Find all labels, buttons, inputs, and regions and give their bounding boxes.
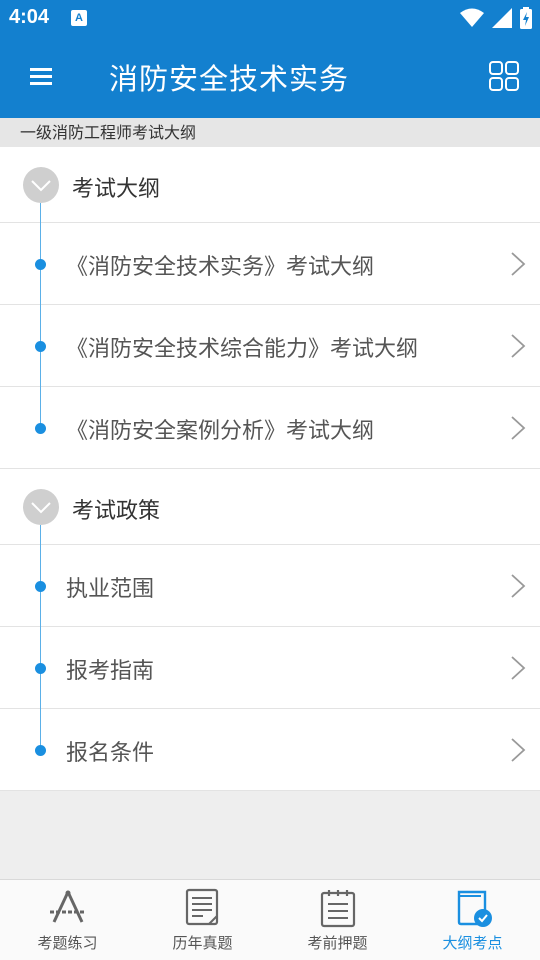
list-item[interactable]: 报名条件 [0, 709, 540, 791]
tab-past-papers[interactable]: 历年真题 [135, 880, 270, 960]
list-item-label: 《消防安全技术实务》考试大纲 [66, 255, 375, 280]
chevron-right-icon [511, 334, 526, 358]
collapse-chevron-icon[interactable] [23, 167, 59, 203]
app-bar: 消防安全技术实务 [0, 36, 540, 118]
collapse-chevron-icon[interactable] [23, 489, 59, 525]
status-time: 4:04 [9, 6, 50, 28]
timeline-line [40, 203, 41, 223]
tab-label: 考题练习 [37, 934, 98, 952]
timeline-line [40, 709, 41, 750]
list-item[interactable]: 《消防安全技术综合能力》考试大纲 [0, 305, 540, 387]
list-item-label: 《消防安全案例分析》考试大纲 [66, 419, 375, 444]
chevron-right-icon [511, 252, 526, 276]
tab-outline-key-points[interactable]: 大纲考点 [405, 880, 540, 960]
list-item[interactable]: 《消防安全案例分析》考试大纲 [0, 387, 540, 469]
section-subheader: 一级消防工程师考试大纲 [0, 118, 540, 147]
tab-label: 历年真题 [172, 934, 233, 952]
signal-icon [492, 8, 512, 28]
chevron-right-icon [511, 738, 526, 762]
timeline-line [40, 387, 41, 428]
timeline-dot [35, 663, 46, 674]
document-icon [185, 888, 218, 926]
wifi-icon [460, 8, 484, 27]
list-item[interactable]: 《消防安全技术实务》考试大纲 [0, 223, 540, 305]
drafting-compass-icon [49, 890, 86, 923]
section-header-exam-policy[interactable]: 考试政策 [0, 469, 540, 545]
grid-view-icon[interactable] [488, 60, 520, 92]
list-item-label: 报名条件 [66, 741, 155, 766]
timeline-dot [35, 259, 46, 270]
bottom-nav: 考题练习 历年真题 考前押题 大纲考点 [0, 879, 540, 960]
outline-list: 考试大纲 《消防安全技术实务》考试大纲 《消防安全技术综合能力》考试大纲 《消防… [0, 147, 540, 791]
chevron-right-icon [511, 574, 526, 598]
list-item-label: 报考指南 [66, 659, 155, 684]
list-item-label: 执业范围 [66, 577, 155, 602]
section-header-exam-outline[interactable]: 考试大纲 [0, 147, 540, 223]
tab-pre-exam-predictions[interactable]: 考前押题 [270, 880, 405, 960]
tab-label: 考前押题 [307, 934, 368, 952]
chevron-right-icon [511, 416, 526, 440]
timeline-dot [35, 341, 46, 352]
book-check-icon [457, 890, 492, 927]
list-item-label: 《消防安全技术综合能力》考试大纲 [66, 337, 419, 362]
notification-a-icon: A [71, 10, 87, 26]
chevron-right-icon [511, 656, 526, 680]
hamburger-menu-icon[interactable] [28, 64, 56, 88]
tab-exam-practice[interactable]: 考题练习 [0, 880, 135, 960]
list-item[interactable]: 执业范围 [0, 545, 540, 627]
timeline-dot [35, 581, 46, 592]
status-icons [460, 6, 532, 30]
section-title: 考试大纲 [72, 177, 161, 202]
notepad-icon [320, 890, 355, 928]
timeline-dot [35, 745, 46, 756]
battery-icon [520, 7, 532, 29]
section-title: 考试政策 [72, 499, 161, 524]
list-item[interactable]: 报考指南 [0, 627, 540, 709]
timeline-dot [35, 423, 46, 434]
page-title: 消防安全技术实务 [109, 62, 350, 96]
timeline-line [40, 525, 41, 545]
status-bar: 4:04 A [0, 0, 540, 36]
tab-label: 大纲考点 [442, 934, 503, 952]
